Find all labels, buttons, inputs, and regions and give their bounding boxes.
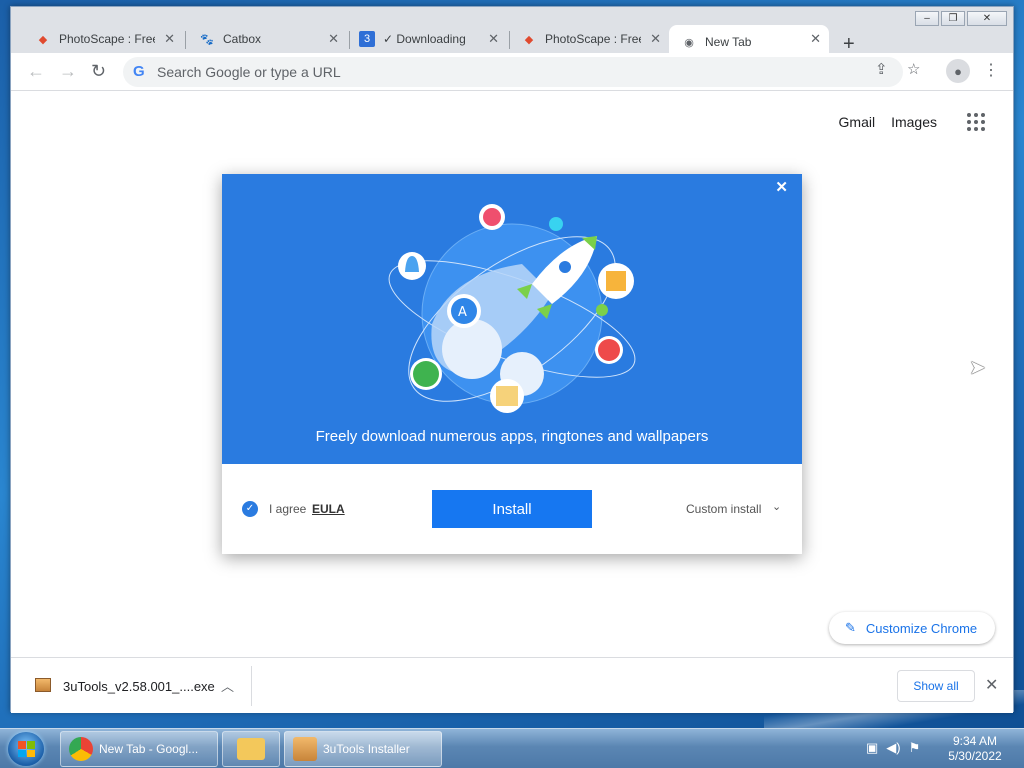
person-icon: ● bbox=[954, 63, 962, 79]
tab-downloading[interactable]: 3 ✓ Downloading ✕ bbox=[347, 25, 507, 53]
start-button[interactable] bbox=[8, 732, 44, 766]
close-shelf-icon[interactable]: ✕ bbox=[985, 675, 998, 695]
chrome-icon bbox=[69, 737, 93, 761]
eula-link[interactable]: EULA bbox=[312, 502, 345, 516]
installer-banner: A ✕ Freely download numerous apps, ringt… bbox=[222, 174, 802, 464]
custom-install-link[interactable]: Custom install bbox=[686, 502, 761, 516]
back-icon[interactable]: ← bbox=[27, 61, 45, 82]
gmail-link[interactable]: Gmail bbox=[839, 114, 876, 130]
chevron-down-icon[interactable]: ⌄ bbox=[772, 500, 781, 513]
omnibox[interactable]: G Search Google or type a URL bbox=[123, 57, 903, 87]
taskbar-item-explorer[interactable] bbox=[222, 731, 280, 767]
mouse-cursor-icon: ➤ bbox=[969, 357, 986, 379]
taskbar-item-3utools[interactable]: 3uTools Installer bbox=[284, 731, 442, 767]
installer-file-icon bbox=[35, 678, 51, 692]
installer-footer: ✓ I agree EULA Install Custom install ⌄ bbox=[222, 464, 802, 554]
photoscape-icon: ◆ bbox=[524, 33, 534, 46]
tab-photoscape-1[interactable]: ◆ PhotoScape : Free ✕ bbox=[23, 25, 183, 53]
tab-title: PhotoScape : Free bbox=[59, 32, 155, 46]
images-link[interactable]: Images bbox=[891, 114, 937, 130]
agree-checkbox[interactable]: ✓ bbox=[242, 501, 258, 517]
top-links: Gmail Images bbox=[839, 113, 985, 131]
folder-icon bbox=[237, 738, 265, 760]
catbox-icon: 🐾 bbox=[200, 33, 214, 46]
installer-tagline: Freely download numerous apps, ringtones… bbox=[315, 428, 709, 445]
tab-close-icon[interactable]: ✕ bbox=[650, 31, 661, 47]
pencil-icon: ✎ bbox=[845, 620, 856, 635]
chrome-icon: ◉ bbox=[684, 36, 694, 49]
installer-dialog: A ✕ Freely download numerous apps, ringt… bbox=[222, 174, 802, 554]
divider bbox=[251, 666, 252, 706]
taskbar-item-label: New Tab - Googl... bbox=[99, 742, 199, 756]
bookmark-star-icon[interactable]: ☆ bbox=[907, 60, 920, 78]
photoscape-icon: ◆ bbox=[38, 33, 48, 46]
installer-illustration: A bbox=[388, 204, 636, 413]
chevron-up-icon[interactable]: ︿ bbox=[221, 676, 234, 695]
toolbar: ← → ↻ G Search Google or type a URL ⇪ ☆ … bbox=[11, 53, 1013, 91]
tab-title: Catbox bbox=[223, 32, 262, 46]
download-file-name[interactable]: 3uTools_v2.58.001_....exe bbox=[63, 679, 215, 694]
close-installer-icon[interactable]: ✕ bbox=[775, 178, 788, 196]
clock-time: 9:34 AM bbox=[952, 734, 998, 748]
install-button[interactable]: Install bbox=[432, 490, 592, 528]
system-tray: ▣ ◀) ⚑ bbox=[866, 740, 920, 756]
tab-close-icon[interactable]: ✕ bbox=[488, 31, 499, 47]
taskbar-item-label: 3uTools Installer bbox=[323, 742, 410, 756]
reload-icon[interactable]: ↻ bbox=[91, 61, 106, 82]
clock-date: 5/30/2022 bbox=[948, 749, 1002, 763]
clock[interactable]: 9:34 AM 5/30/2022 bbox=[940, 734, 1010, 764]
tab-separator bbox=[185, 31, 186, 49]
tab-title: New Tab bbox=[705, 35, 752, 49]
3utools-icon bbox=[293, 737, 317, 761]
tab-title: ✓ Downloading bbox=[383, 32, 466, 46]
apps-grid-icon[interactable] bbox=[967, 113, 985, 131]
volume-icon[interactable]: ◀) bbox=[886, 740, 900, 756]
forward-icon[interactable]: → bbox=[59, 61, 77, 82]
tab-strip: ◆ PhotoScape : Free ✕ 🐾 Catbox ✕ 3 ✓ Dow… bbox=[11, 19, 1013, 59]
omnibox-placeholder: Search Google or type a URL bbox=[157, 64, 341, 80]
tab-close-icon[interactable]: ✕ bbox=[164, 31, 175, 47]
windows-logo-icon bbox=[18, 741, 35, 757]
google-icon: G bbox=[133, 63, 145, 80]
network-icon[interactable]: ▣ bbox=[866, 740, 878, 756]
tab-close-icon[interactable]: ✕ bbox=[328, 31, 339, 47]
tab-title: PhotoScape : Free bbox=[545, 32, 641, 46]
svg-text:A: A bbox=[458, 305, 467, 320]
customize-chrome-button[interactable]: ✎ Customize Chrome bbox=[829, 612, 995, 644]
tab-close-icon[interactable]: ✕ bbox=[810, 31, 821, 47]
show-all-button[interactable]: Show all bbox=[897, 670, 975, 702]
tab-catbox[interactable]: 🐾 Catbox ✕ bbox=[187, 25, 347, 53]
profile-avatar[interactable]: ● bbox=[946, 59, 970, 83]
taskbar: New Tab - Googl... 3uTools Installer ▣ ◀… bbox=[0, 728, 1024, 768]
download-shelf: 3uTools_v2.58.001_....exe ︿ Show all ✕ bbox=[11, 657, 1013, 713]
customize-label: Customize Chrome bbox=[865, 620, 978, 636]
share-icon[interactable]: ⇪ bbox=[875, 60, 888, 78]
taskbar-item-chrome[interactable]: New Tab - Googl... bbox=[60, 731, 218, 767]
tab-photoscape-2[interactable]: ◆ PhotoScape : Free ✕ bbox=[509, 25, 669, 53]
download-site-icon: 3 bbox=[359, 31, 375, 47]
action-center-flag-icon[interactable]: ⚑ bbox=[909, 740, 921, 756]
menu-icon[interactable]: ⋮ bbox=[983, 60, 999, 80]
agree-label: I agree bbox=[269, 502, 307, 516]
